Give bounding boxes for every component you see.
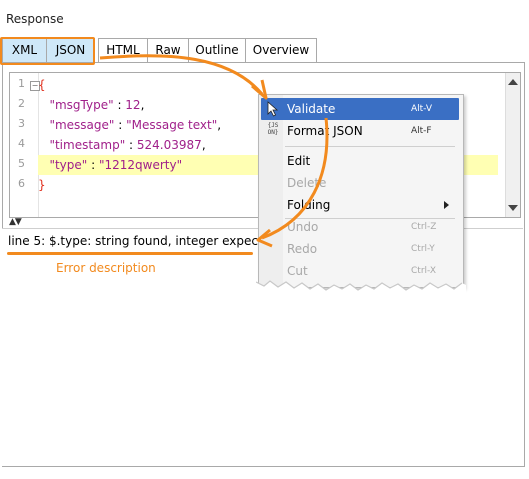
annotation-arrows	[99, 54, 329, 248]
arrow-tab-to-validate	[99, 54, 264, 95]
arrow-validate-to-error	[261, 117, 329, 240]
